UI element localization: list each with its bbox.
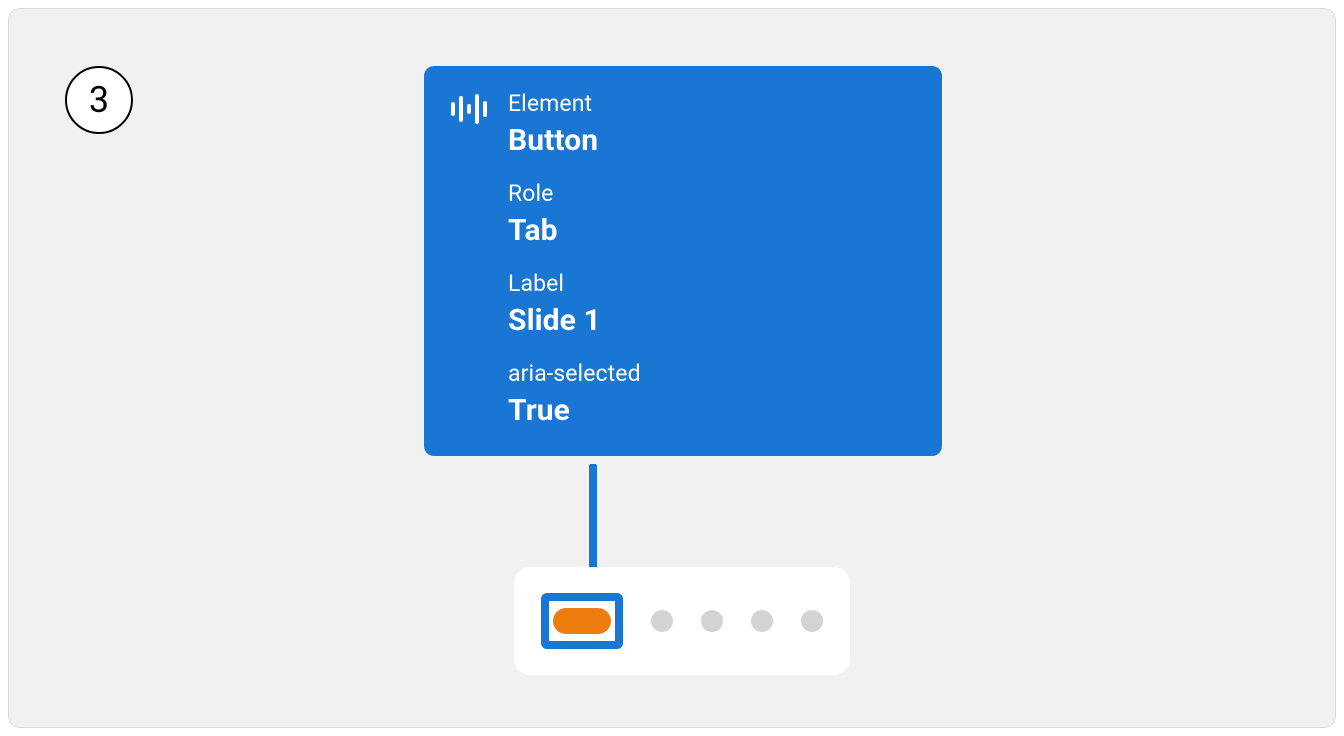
pagination-dot-selected-highlight xyxy=(541,593,623,649)
callout-properties: Element Button Role Tab Label Slide 1 ar… xyxy=(508,90,918,428)
pagination-dot-4[interactable] xyxy=(751,610,773,632)
prop-aria-selected: aria-selected True xyxy=(508,360,918,428)
pagination-dot-3[interactable] xyxy=(701,610,723,632)
accessibility-callout: Element Button Role Tab Label Slide 1 ar… xyxy=(424,66,942,456)
step-number-badge: 3 xyxy=(65,66,133,134)
prop-label: Element xyxy=(508,90,918,117)
prop-role: Role Tab xyxy=(508,180,918,248)
prop-value: True xyxy=(508,393,918,428)
step-number: 3 xyxy=(89,79,109,121)
carousel-pagination xyxy=(514,567,850,675)
diagram-canvas: 3 Element Button Role Tab xyxy=(8,8,1336,728)
prop-element: Element Button xyxy=(508,90,918,158)
prop-value: Slide 1 xyxy=(508,303,918,338)
prop-label: aria-selected xyxy=(508,360,918,387)
prop-value: Button xyxy=(508,123,918,158)
prop-label-slide: Label Slide 1 xyxy=(508,270,918,338)
pagination-dot-2[interactable] xyxy=(651,610,673,632)
prop-value: Tab xyxy=(508,213,918,248)
prop-label: Role xyxy=(508,180,918,207)
pagination-dot-5[interactable] xyxy=(801,610,823,632)
pagination-dot-1[interactable] xyxy=(553,608,611,634)
prop-label: Label xyxy=(508,270,918,297)
audio-bars-icon xyxy=(448,92,490,126)
